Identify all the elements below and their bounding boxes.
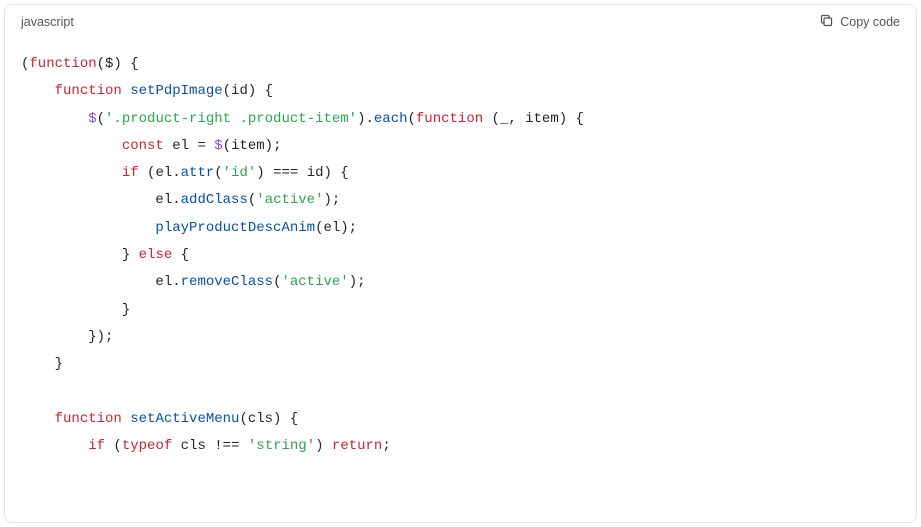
code-line: function setActiveMenu(cls) { <box>21 411 298 427</box>
code-line: if (typeof cls !== 'string') return; <box>21 438 391 454</box>
code-body[interactable]: (function($) { function setPdpImage(id) … <box>5 39 916 476</box>
code-line: }); <box>21 329 113 345</box>
code-line: const el = $(item); <box>21 138 281 154</box>
code-block: javascript Copy code (function($) { func… <box>4 4 917 523</box>
code-line: } <box>21 302 130 318</box>
copy-code-button[interactable]: Copy code <box>819 13 900 31</box>
code-line: $('.product-right .product-item').each(f… <box>21 111 584 127</box>
code-line: function setPdpImage(id) { <box>21 83 273 99</box>
language-label: javascript <box>21 15 74 29</box>
code-line: el.removeClass('active'); <box>21 274 366 290</box>
code-line: el.addClass('active'); <box>21 192 340 208</box>
code-line: } <box>21 356 63 372</box>
code-block-header: javascript Copy code <box>5 5 916 39</box>
copy-code-label: Copy code <box>840 15 900 29</box>
copy-icon <box>819 13 834 31</box>
code-line: if (el.attr('id') === id) { <box>21 165 349 181</box>
code-line: (function($) { <box>21 56 139 72</box>
code-line: } else { <box>21 247 189 263</box>
code-line: playProductDescAnim(el); <box>21 220 357 236</box>
